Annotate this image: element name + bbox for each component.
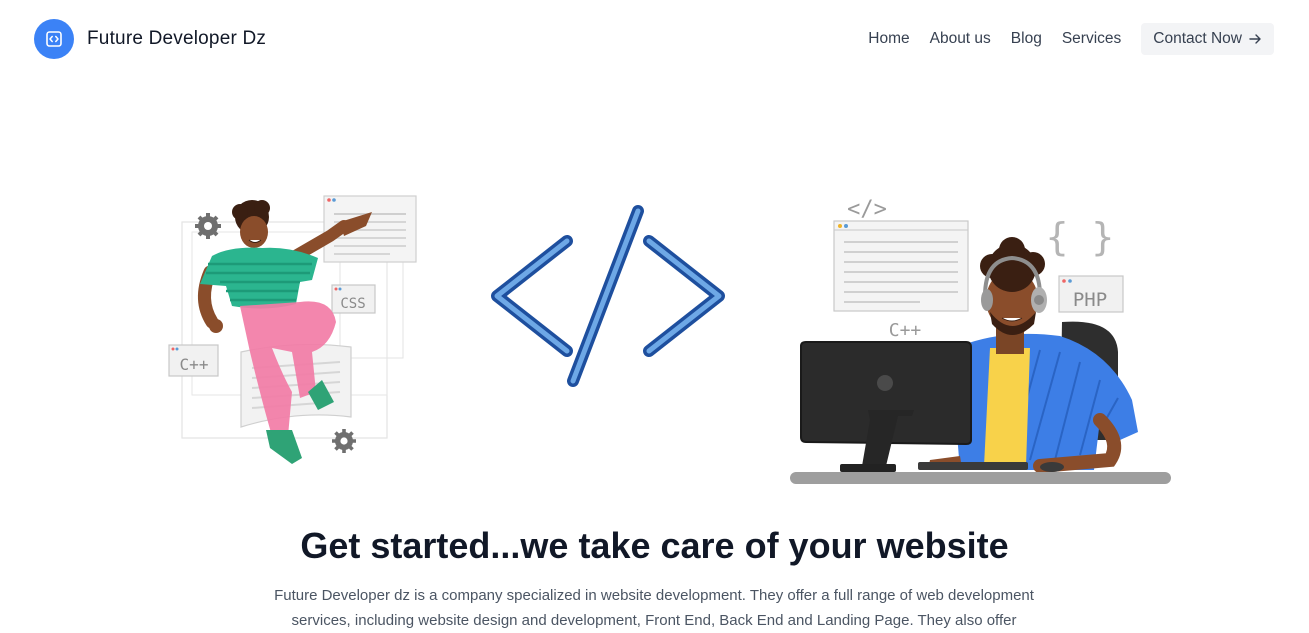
site-header: Future Developer Dz Home About us Blog S… <box>0 0 1309 80</box>
contact-now-button[interactable]: Contact Now <box>1141 23 1274 55</box>
css-label: CSS <box>340 296 365 312</box>
gear-icon <box>195 213 221 239</box>
code-bracket-icon <box>34 19 74 59</box>
desk <box>790 472 1171 484</box>
cpp-card-left: C++ <box>168 344 219 377</box>
computer-monitor <box>800 341 972 472</box>
php-card: PHP <box>1058 275 1124 313</box>
nav-blog[interactable]: Blog <box>1011 30 1042 48</box>
brand-name: Future Developer Dz <box>87 28 267 49</box>
code-tag-label: </> <box>847 197 887 222</box>
code-symbol-icon <box>491 205 725 387</box>
cpp-label-left: C++ <box>180 355 209 374</box>
hero-headline: Get started...we take care of your websi… <box>300 525 1009 566</box>
arrow-right-icon <box>1249 34 1261 44</box>
logo[interactable]: Future Developer Dz <box>34 19 266 59</box>
code-window-right <box>833 220 969 312</box>
main-nav: Home About us Blog Services Contact Now <box>868 23 1274 55</box>
cpp-label-right: C++ <box>889 320 922 341</box>
php-label: PHP <box>1073 289 1107 311</box>
nav-home[interactable]: Home <box>868 30 909 48</box>
nav-services[interactable]: Services <box>1062 30 1121 48</box>
contact-now-label: Contact Now <box>1153 30 1242 47</box>
right-developer-illustration: </> { } C++ PHP <box>790 197 1171 484</box>
gear-icon <box>332 429 356 453</box>
curly-braces-label: { } <box>1046 215 1115 259</box>
css-card: CSS <box>331 284 376 314</box>
left-developer-illustration: CSS C++ <box>168 195 417 464</box>
hero-illustration: CSS C++ </> {} C++ PHP <box>168 195 1171 484</box>
nav-about-us[interactable]: About us <box>930 30 991 48</box>
